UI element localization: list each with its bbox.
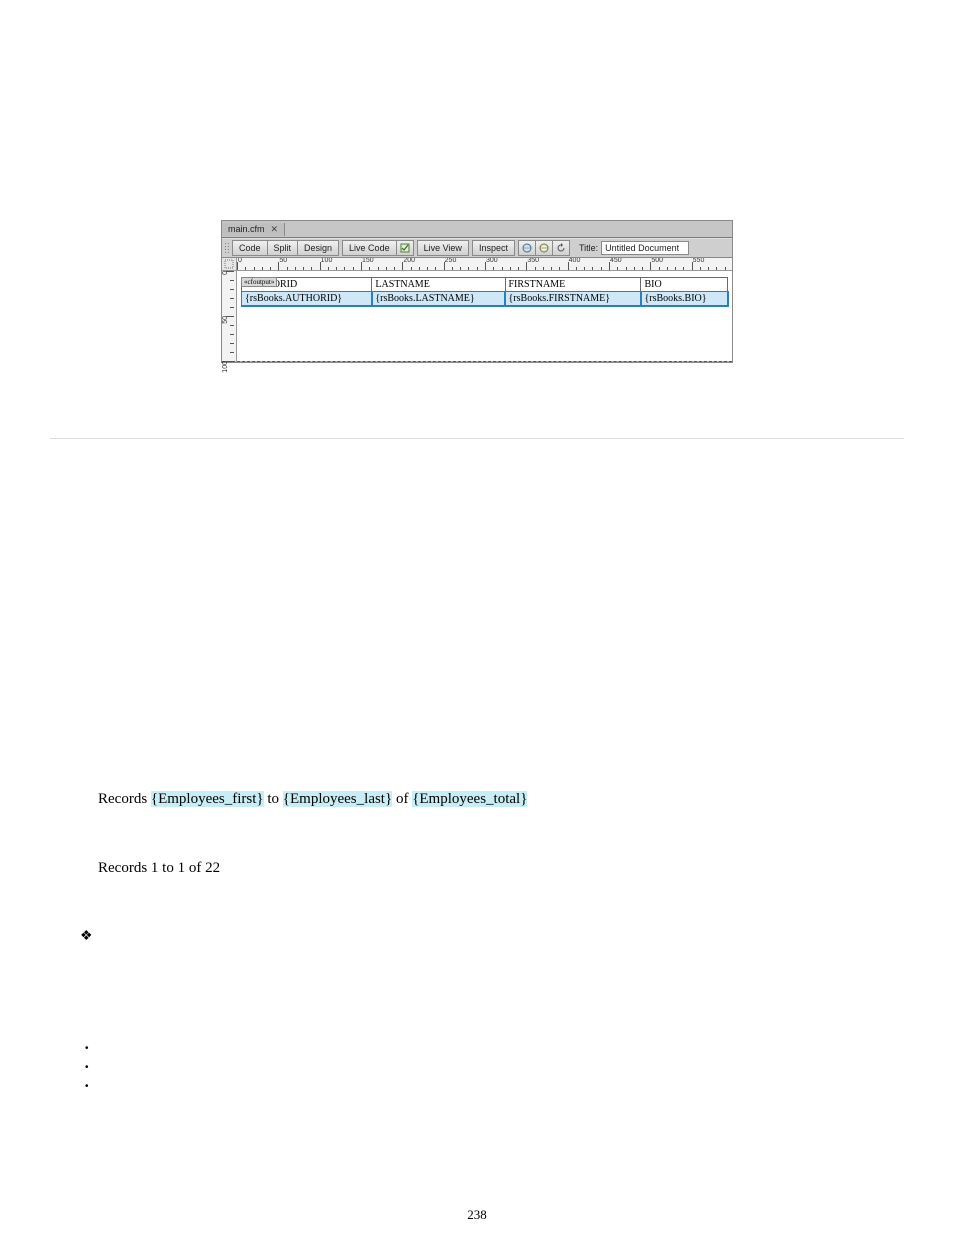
file-tab-main[interactable]: main.cfm ✕ xyxy=(222,223,285,236)
horizontal-ruler: 050100150200250300350400450500550600 xyxy=(237,258,732,270)
table-header-cell[interactable]: BIO xyxy=(641,278,728,292)
live-code-button[interactable]: Live Code xyxy=(342,240,397,256)
file-tab-label: main.cfm xyxy=(228,224,265,234)
table-header-row: «cfoutput» AUTHORID LASTNAME FIRSTNAME B… xyxy=(242,278,728,292)
table-header-cell[interactable]: LASTNAME xyxy=(372,278,505,292)
split-button[interactable]: Split xyxy=(267,240,299,256)
table-data-row: {rsBooks.AUTHORID} {rsBooks.LASTNAME} {r… xyxy=(242,292,728,306)
list-item: • xyxy=(85,1077,904,1096)
list-item: • xyxy=(85,1039,904,1058)
records-template-line: Records {Employees_first} to {Employees_… xyxy=(98,789,904,810)
file-tab-strip: main.cfm ✕ xyxy=(222,221,732,238)
page-number: 238 xyxy=(0,1207,954,1223)
table-cell[interactable]: {rsBooks.BIO} xyxy=(641,292,728,306)
table-cell[interactable]: {rsBooks.LASTNAME} xyxy=(372,292,505,306)
design-canvas[interactable]: «cfoutput» AUTHORID LASTNAME FIRSTNAME B… xyxy=(237,271,732,361)
inspect-button[interactable]: Inspect xyxy=(472,240,515,256)
toolbar-grip[interactable] xyxy=(224,242,230,254)
table-header-cell[interactable]: «cfoutput» AUTHORID xyxy=(242,278,372,292)
records-resolved-line: Records 1 to 1 of 22 xyxy=(98,858,904,879)
cfoutput-tag: «cfoutput» xyxy=(241,277,277,287)
placeholder-last: {Employees_last} xyxy=(283,791,392,807)
placeholder-total: {Employees_total} xyxy=(412,791,527,807)
globe-back-icon[interactable] xyxy=(518,240,536,256)
table-cell[interactable]: {rsBooks.FIRSTNAME} xyxy=(505,292,641,306)
code-button[interactable]: Code xyxy=(232,240,268,256)
close-icon[interactable]: ✕ xyxy=(271,224,279,235)
check-page-icon[interactable] xyxy=(396,240,414,256)
data-table[interactable]: «cfoutput» AUTHORID LASTNAME FIRSTNAME B… xyxy=(241,277,728,306)
dreamweaver-window: main.cfm ✕ Code Split Design Live Code L… xyxy=(221,220,733,363)
title-input[interactable]: Untitled Document xyxy=(601,241,689,255)
table-cell[interactable]: {rsBooks.AUTHORID} xyxy=(242,292,372,306)
separator xyxy=(50,438,904,439)
vertical-ruler: 050100 xyxy=(222,271,237,361)
diamond-bullet-icon: ❖ xyxy=(80,927,904,944)
table-header-cell[interactable]: FIRSTNAME xyxy=(505,278,641,292)
view-toolbar: Code Split Design Live Code Live View In… xyxy=(222,238,732,258)
placeholder-first: {Employees_first} xyxy=(151,791,264,807)
refresh-icon[interactable] xyxy=(552,240,570,256)
title-label: Title: xyxy=(579,243,598,253)
live-view-button[interactable]: Live View xyxy=(417,240,469,256)
bullet-list: • • • xyxy=(85,1039,904,1096)
ruler-corner xyxy=(222,258,237,270)
list-item: • xyxy=(85,1058,904,1077)
design-button[interactable]: Design xyxy=(297,240,339,256)
globe-forward-icon[interactable] xyxy=(535,240,553,256)
